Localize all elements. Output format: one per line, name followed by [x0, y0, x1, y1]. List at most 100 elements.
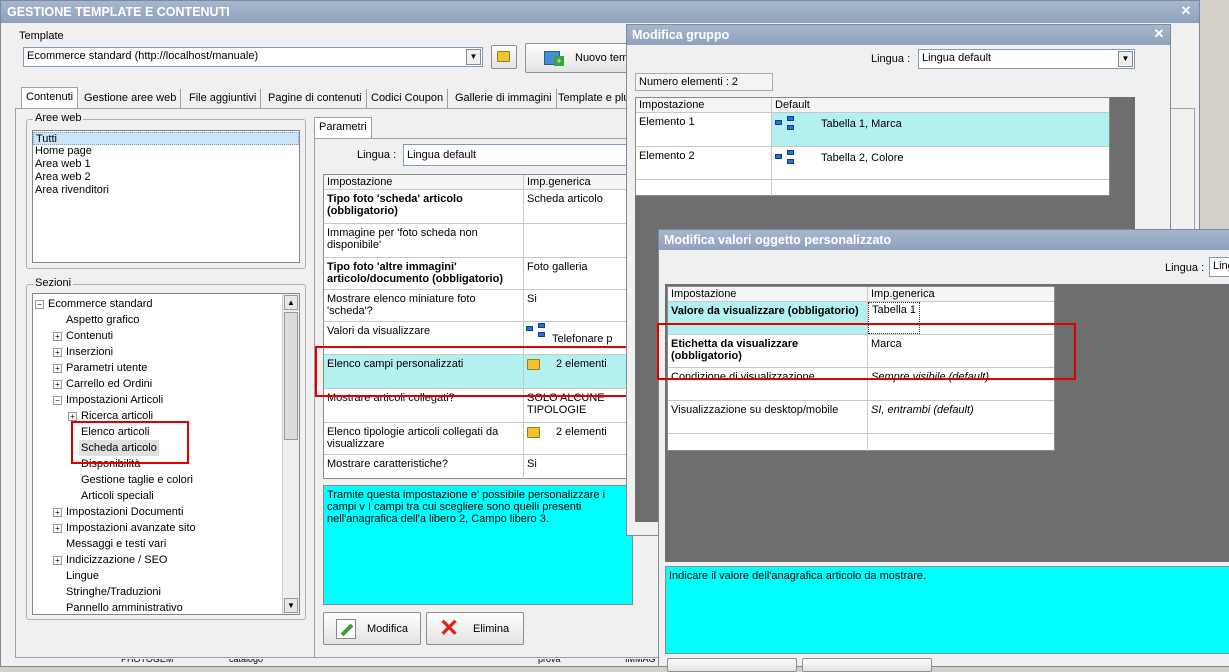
template-select[interactable]: Ecommerce standard (http://localhost/man…: [23, 47, 483, 67]
table-cell[interactable]: Foto galleria: [524, 258, 591, 289]
tab-file-aggiuntivi[interactable]: File aggiuntivi: [185, 89, 262, 109]
tree-item-label: Indicizzazione / SEO: [66, 554, 168, 566]
tree-expander-icon[interactable]: −: [53, 395, 62, 405]
close-icon[interactable]: ✕: [1179, 4, 1193, 18]
tab-template-e-plugin[interactable]: Template e plu: [554, 89, 634, 109]
table-row[interactable]: Visualizzazione su desktop/mobile SI, en…: [668, 401, 1054, 434]
sezioni-scrollbar[interactable]: ▲ ▼: [282, 294, 299, 614]
edit-button[interactable]: [667, 658, 797, 672]
table-row[interactable]: Tipo foto 'scheda' articolo (obbligatori…: [324, 190, 632, 224]
table-cell[interactable]: SI, entrambi (default): [868, 401, 977, 433]
tab-template-label: Template e plu: [558, 92, 630, 104]
tree-expander-icon[interactable]: +: [53, 507, 62, 517]
tree-item[interactable]: − Impostazioni Articoli: [53, 392, 163, 408]
scroll-down-icon[interactable]: ▼: [284, 598, 298, 613]
tree-item[interactable]: Lingue: [66, 568, 99, 584]
delete-button[interactable]: [802, 658, 932, 672]
description-text: Indicare il valore dell'anagrafica artic…: [669, 570, 927, 582]
scroll-thumb[interactable]: [284, 312, 298, 440]
lingua-select[interactable]: Ling: [1209, 257, 1229, 277]
tree-item[interactable]: + Contenuti: [53, 328, 113, 344]
chevron-down-icon[interactable]: ▼: [1118, 51, 1133, 67]
lingua-label: Lingua :: [871, 53, 911, 65]
tree-item-label: Messaggi e testi vari: [66, 538, 167, 550]
tree-item[interactable]: Articoli speciali: [81, 488, 154, 504]
list-item[interactable]: Tutti: [33, 132, 299, 145]
lingua-label: Lingua :: [1165, 262, 1205, 274]
main-window-title: GESTIONE TEMPLATE E CONTENUTI: [7, 5, 230, 19]
modifica-valori-title: Modifica valori oggetto personalizzato: [664, 233, 892, 247]
tree-expander-icon[interactable]: −: [35, 299, 44, 309]
tab-parametri[interactable]: Parametri: [314, 117, 372, 139]
table-cell[interactable]: Scheda articolo: [524, 190, 606, 223]
close-icon[interactable]: ✕: [1152, 27, 1166, 41]
tree-item[interactable]: Stringhe/Traduzioni: [66, 584, 161, 600]
tree-item[interactable]: + Parametri utente: [53, 360, 147, 376]
grid-header-default: Default: [775, 99, 810, 111]
table-cell[interactable]: Tabella 2, Colore: [772, 147, 907, 179]
tree-expander-icon[interactable]: +: [53, 347, 62, 357]
new-template-button[interactable]: + Nuovo tem: [525, 43, 635, 73]
tree-item[interactable]: + Impostazioni Documenti: [53, 504, 183, 520]
tree-expander-icon[interactable]: +: [53, 523, 62, 533]
aree-web-label: Aree web: [33, 112, 84, 124]
tree-item-label: Contenuti: [66, 330, 114, 342]
tree-item[interactable]: Gestione taglie e colori: [81, 472, 193, 488]
tree-expander-icon[interactable]: +: [53, 363, 62, 373]
table-cell-value: Tabella 2, Colore: [821, 151, 904, 164]
tree-expander-icon[interactable]: +: [53, 555, 62, 565]
table-cell[interactable]: Tabella 1, Marca: [772, 113, 905, 146]
table-cell: Tipo foto 'altre immagini' articolo/docu…: [324, 258, 524, 289]
tree-item[interactable]: Aspetto grafico: [66, 312, 139, 328]
lingua-select[interactable]: Lingua default ▼: [918, 49, 1135, 69]
table-row-selected[interactable]: Elemento 1 Tabella 1, Marca: [636, 113, 1109, 147]
lingua-select[interactable]: Lingua default: [403, 144, 631, 166]
table-row[interactable]: Tipo foto 'altre immagini' articolo/docu…: [324, 258, 632, 290]
list-item[interactable]: Area web 2: [33, 171, 299, 184]
tree-item[interactable]: + Indicizzazione / SEO: [53, 552, 168, 568]
open-folder-button[interactable]: [491, 45, 517, 69]
tree-item-label: Parametri utente: [66, 362, 148, 374]
chevron-down-icon[interactable]: ▼: [466, 49, 481, 65]
tree-item[interactable]: + Impostazioni avanzate sito: [53, 520, 196, 536]
tree-expander-icon[interactable]: +: [53, 331, 62, 341]
description-text: Tramite questa impostazione e' possibile…: [327, 489, 606, 525]
tab-contenuti[interactable]: Contenuti: [21, 87, 79, 109]
lingua-select-value: Ling: [1213, 260, 1229, 272]
table-cell[interactable]: Si: [524, 455, 540, 479]
table-row[interactable]: Immagine per 'foto scheda non disponibil…: [324, 224, 632, 258]
folder-icon: [527, 426, 540, 438]
tab-pagine-di-contenuti[interactable]: Pagine di contenuti: [264, 89, 367, 109]
tab-gallerie-di-immagini[interactable]: Gallerie di immagini: [451, 89, 557, 109]
table-cell[interactable]: 2 elementi: [524, 423, 610, 454]
tree-item[interactable]: + Inserzioni: [53, 344, 113, 360]
table-cell[interactable]: [524, 224, 530, 257]
sezioni-label: Sezioni: [33, 277, 74, 289]
parametri-grid: Impostazione Imp.generica Tipo foto 'sch…: [323, 174, 633, 479]
table-row[interactable]: Elenco tipologie articoli collegati da v…: [324, 423, 632, 455]
aree-web-list[interactable]: Tutti Home page Area web 1 Area web 2 Ar…: [32, 130, 300, 263]
table-row[interactable]: Mostrare elenco miniature foto 'scheda'?…: [324, 290, 632, 322]
tree-item[interactable]: Pannello amministrativo: [66, 600, 183, 614]
table-cell[interactable]: Si: [524, 290, 540, 321]
list-item[interactable]: Area rivenditori: [33, 184, 299, 197]
tree-expander-icon[interactable]: +: [53, 379, 62, 389]
tree-item-label: Inserzioni: [66, 346, 114, 358]
tree-item[interactable]: Messaggi e testi vari: [66, 536, 166, 552]
tree-expander-icon[interactable]: +: [68, 411, 77, 421]
modifica-button[interactable]: Modifica: [323, 612, 421, 645]
elimina-button[interactable]: ✕ Elimina: [426, 612, 524, 645]
tab-gestione-aree-web[interactable]: Gestione aree web: [80, 89, 182, 109]
tree-item[interactable]: − Ecommerce standard: [35, 296, 153, 312]
tab-codici-coupon[interactable]: Codici Coupon: [367, 89, 449, 109]
list-item[interactable]: Home page: [33, 145, 299, 158]
modifica-gruppo-title: Modifica gruppo: [632, 28, 730, 42]
modifica-valori-window: Modifica valori oggetto personalizzato L…: [657, 229, 1229, 672]
tab-file-aggiuntivi-label: File aggiuntivi: [189, 92, 257, 104]
table-row[interactable]: Mostrare caratteristiche? Si: [324, 455, 632, 479]
list-item[interactable]: Area web 1: [33, 158, 299, 171]
tree-item[interactable]: + Carrello ed Ordini: [53, 376, 152, 392]
tab-gallerie-label: Gallerie di immagini: [455, 92, 552, 104]
table-row[interactable]: Elemento 2 Tabella 2, Colore: [636, 147, 1109, 180]
scroll-up-icon[interactable]: ▲: [284, 295, 298, 310]
